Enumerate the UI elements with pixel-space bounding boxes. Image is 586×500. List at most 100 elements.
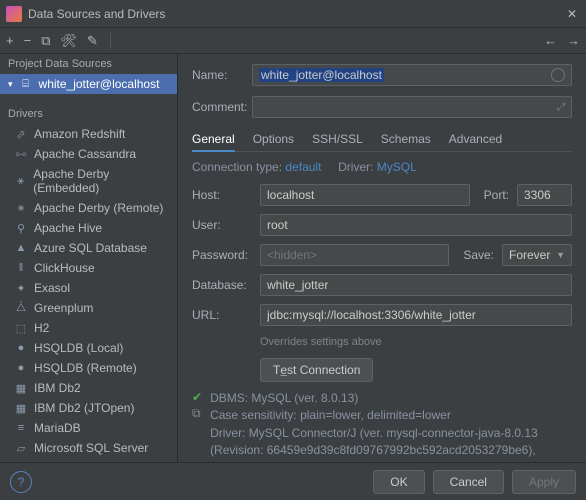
test-connection-button[interactable]: Test Connection — [260, 358, 373, 382]
next-icon[interactable]: → — [567, 33, 580, 48]
url-input[interactable] — [260, 304, 572, 326]
save-label: Save: — [463, 248, 494, 262]
driver-item[interactable]: ● HSQLDB (Remote) — [0, 358, 177, 378]
copy-icon[interactable]: ⧉ — [192, 406, 202, 421]
driver-label: ClickHouse — [34, 261, 95, 275]
save-select[interactable]: Forever ▼ — [502, 244, 572, 266]
user-input[interactable] — [260, 214, 572, 236]
url-hint: Overrides settings above — [260, 336, 572, 348]
driver-item[interactable]: ▦ IBM Db2 (JTOpen) — [0, 398, 177, 418]
apply-button[interactable]: Apply — [512, 470, 576, 494]
driver-label: H2 — [34, 321, 49, 335]
comment-label: Comment: — [192, 100, 252, 114]
settings-button[interactable]: 🛠 — [60, 33, 77, 49]
url-label: URL: — [192, 308, 260, 322]
port-label: Port: — [484, 188, 509, 202]
tabs: General Options SSH/SSL Schemas Advanced — [192, 128, 572, 152]
drivers-header: Drivers — [0, 104, 177, 124]
driver-icon: ⚹ — [14, 202, 28, 215]
driver-icon: ● — [14, 342, 28, 354]
chevron-down-icon: ▼ — [556, 250, 565, 260]
driver-item[interactable]: ▲ Azure SQL Database — [0, 238, 177, 258]
driver-item[interactable]: ● HSQLDB (Local) — [0, 338, 177, 358]
tab-options[interactable]: Options — [253, 128, 294, 151]
driver-label: Amazon Redshift — [34, 127, 125, 141]
driver-item[interactable]: ⧊Greenplum — [0, 298, 177, 318]
separator — [110, 33, 111, 49]
connection-type-link[interactable]: default — [285, 160, 321, 174]
tab-sshssl[interactable]: SSH/SSL — [312, 128, 363, 151]
tab-general[interactable]: General — [192, 128, 235, 152]
tab-schemas[interactable]: Schemas — [381, 128, 431, 151]
driver-icon: ‖ — [14, 262, 28, 274]
datasource-item[interactable]: ▾ ⌸ white_jotter@localhost — [0, 74, 177, 94]
expand-icon[interactable]: ⤢ — [557, 102, 565, 113]
window-title: Data Sources and Drivers — [28, 7, 564, 21]
driver-item[interactable]: ⧟ Apache Cassandra — [0, 144, 177, 164]
toolbar: + − ⧉ 🛠 ✎ ← → — [0, 28, 586, 54]
host-input[interactable] — [260, 184, 470, 206]
help-icon[interactable]: ? — [10, 471, 32, 493]
database-input[interactable] — [260, 274, 572, 296]
driver-label: IBM Db2 (JTOpen) — [34, 401, 134, 415]
driver-item[interactable]: ⬀ Amazon Redshift — [0, 124, 177, 144]
driver-item[interactable]: ‖ ClickHouse — [0, 258, 177, 278]
cancel-button[interactable]: Cancel — [433, 470, 504, 494]
driver-label: IBM Db2 — [34, 381, 81, 395]
driver-item[interactable]: ▱Microsoft SQL Server — [0, 438, 177, 458]
driver-label: Exasol — [34, 281, 70, 295]
close-icon[interactable]: ✕ — [564, 7, 580, 21]
driver-label: Azure SQL Database — [34, 241, 147, 255]
connection-type-line: Connection type: default Driver: MySQL — [192, 160, 572, 174]
color-ring-icon[interactable] — [551, 68, 565, 82]
comment-field[interactable]: ⤢ — [252, 96, 572, 118]
prev-icon[interactable]: ← — [544, 33, 557, 48]
driver-item[interactable]: ⚲Apache Hive — [0, 218, 177, 238]
check-icon: ✔ — [192, 390, 202, 404]
driver-label: Apache Derby (Embedded) — [33, 167, 171, 195]
titlebar: Data Sources and Drivers ✕ — [0, 0, 586, 28]
edit-button[interactable]: ✎ — [87, 33, 98, 49]
connection-info: ✔ ⧉ DBMS: MySQL (ver. 8.0.13) Case sensi… — [192, 390, 572, 462]
datasource-label: white_jotter@localhost — [39, 77, 160, 91]
footer: ? OK Cancel Apply — [0, 462, 586, 500]
driver-label: HSQLDB (Remote) — [34, 361, 137, 375]
driver-item[interactable]: ≡ MariaDB — [0, 418, 177, 438]
driver-label: HSQLDB (Local) — [34, 341, 123, 355]
password-label: Password: — [192, 248, 260, 262]
driver-label: Apache Derby (Remote) — [34, 201, 163, 215]
driver-icon: ▦ — [14, 382, 28, 395]
main-panel: Name: white_jotter@localhost Comment: ⤢ … — [178, 54, 586, 462]
user-label: User: — [192, 218, 260, 232]
driver-item[interactable]: ✦ Exasol — [0, 278, 177, 298]
driver-label: MariaDB — [34, 421, 81, 435]
remove-button[interactable]: − — [24, 33, 32, 48]
copy-button[interactable]: ⧉ — [41, 33, 50, 49]
project-sources-header: Project Data Sources — [0, 54, 177, 74]
driver-item[interactable]: ▦ IBM Db2 — [0, 378, 177, 398]
driver-icon: ● — [14, 362, 28, 374]
driver-label: Greenplum — [34, 301, 93, 315]
driver-link[interactable]: MySQL — [377, 160, 417, 174]
name-value: white_jotter@localhost — [259, 68, 384, 82]
ok-button[interactable]: OK — [373, 470, 424, 494]
port-input[interactable] — [517, 184, 572, 206]
name-label: Name: — [192, 68, 252, 82]
driver-item[interactable]: ⚹Apache Derby (Embedded) — [0, 164, 177, 198]
driver-icon: ▱ — [14, 442, 28, 455]
driver-icon: ≡ — [14, 422, 28, 434]
database-label: Database: — [192, 278, 260, 292]
datasource-icon: ⌸ — [19, 78, 33, 91]
driver-item[interactable]: ⚹ Apache Derby (Remote) — [0, 198, 177, 218]
add-button[interactable]: + — [6, 33, 14, 48]
driver-icon: ▦ — [14, 402, 28, 415]
driver-icon: ✦ — [14, 282, 28, 295]
tab-advanced[interactable]: Advanced — [449, 128, 502, 151]
driver-icon: ⬀ — [14, 128, 28, 141]
driver-item[interactable]: ⬚H2 — [0, 318, 177, 338]
driver-icon: ⧟ — [14, 148, 28, 161]
driver-label: Apache Cassandra — [34, 147, 136, 161]
name-field[interactable]: white_jotter@localhost — [252, 64, 572, 86]
driver-icon: ▲ — [14, 242, 28, 254]
password-input[interactable] — [260, 244, 449, 266]
